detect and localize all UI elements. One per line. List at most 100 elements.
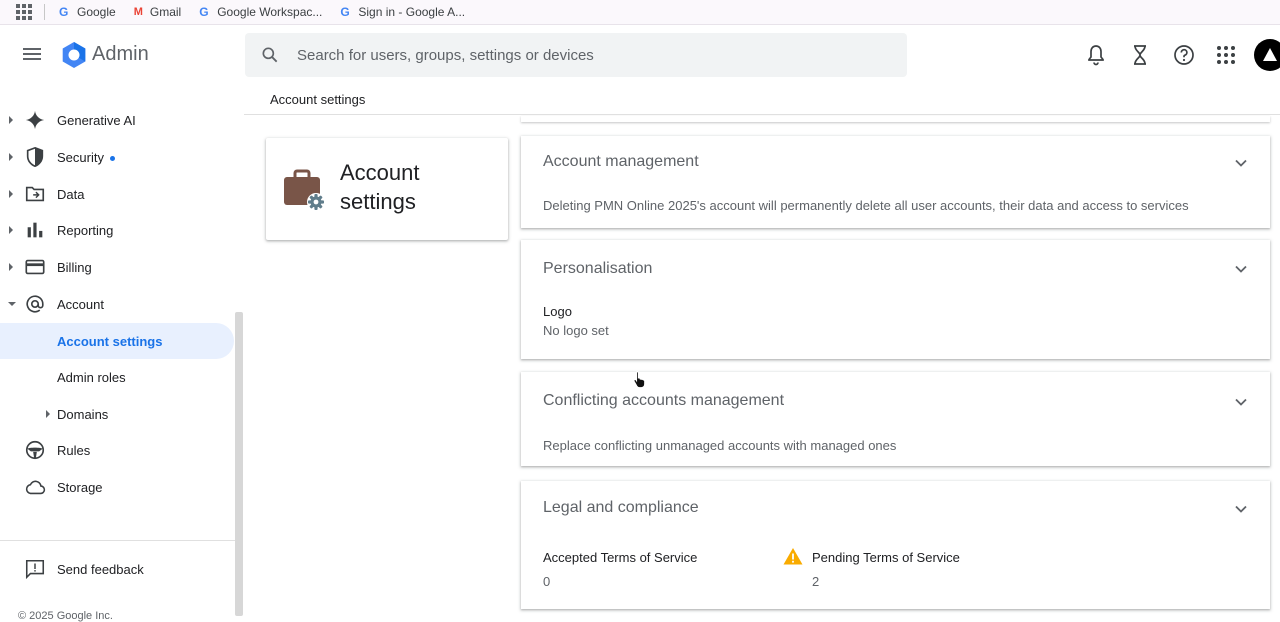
- google-apps-icon[interactable]: [1214, 43, 1238, 67]
- sidebar-item-billing[interactable]: Billing: [0, 249, 234, 285]
- bookmark-sign-in[interactable]: G Sign in - Google A...: [340, 5, 465, 19]
- expand-arrow-icon[interactable]: [46, 410, 50, 418]
- hand-cursor-icon: [633, 371, 646, 388]
- sidebar-item-label: Admin roles: [57, 370, 126, 385]
- apps-grid-icon[interactable]: [16, 4, 32, 20]
- sidebar-item-label: Generative AI: [57, 112, 136, 128]
- sidebar-item-label: Billing: [57, 259, 92, 275]
- breadcrumb: Account settings: [270, 92, 366, 107]
- sidebar-item-label: Reporting: [57, 222, 114, 238]
- status-dot: [109, 155, 115, 161]
- briefcase-settings-icon: [284, 169, 325, 211]
- logo-value: No logo set: [543, 323, 609, 338]
- chevron-down-icon[interactable]: [1234, 502, 1248, 516]
- collapse-arrow-icon[interactable]: [8, 302, 16, 306]
- sidebar-item-label: Domains: [57, 407, 109, 422]
- bookmarks-divider: [44, 4, 45, 20]
- google-g-icon: G: [59, 5, 69, 19]
- notifications-bell-icon[interactable]: [1084, 43, 1108, 67]
- expand-arrow-icon[interactable]: [9, 226, 13, 234]
- main-menu-icon[interactable]: [22, 45, 44, 67]
- expand-arrow-icon[interactable]: [9, 116, 13, 124]
- folder-data-icon: [25, 186, 45, 202]
- sidebar-item-account-settings[interactable]: Account settings: [0, 323, 234, 359]
- app-brand[interactable]: Admin: [92, 43, 149, 66]
- account-management-card[interactable]: Account management Deleting PMN Online 2…: [521, 136, 1270, 228]
- expand-arrow-icon[interactable]: [9, 190, 13, 198]
- at-sign-icon: [26, 295, 44, 313]
- sparkle-icon: [25, 110, 45, 130]
- sidebar-item-storage[interactable]: Storage: [0, 469, 234, 505]
- expand-arrow-icon[interactable]: [9, 153, 13, 161]
- sidebar-item-label: Rules: [57, 442, 91, 458]
- sidebar-item-data[interactable]: Data: [0, 176, 234, 212]
- cloud-icon: [25, 480, 46, 495]
- copyright-text: © 2025 Google Inc.: [18, 610, 113, 622]
- bookmark-label: Sign in - Google A...: [358, 5, 466, 19]
- sidebar-item-admin-roles[interactable]: Admin roles: [0, 359, 234, 395]
- sidebar-item-reporting[interactable]: Reporting: [0, 212, 234, 248]
- card-title: Conflicting accounts management: [543, 392, 785, 409]
- google-g-icon: G: [199, 5, 209, 19]
- expand-arrow-icon[interactable]: [9, 263, 13, 271]
- tasks-hourglass-icon[interactable]: [1128, 43, 1152, 67]
- page-title: Account settings: [340, 160, 420, 214]
- pending-tos-label: Pending Terms of Service: [812, 550, 960, 565]
- accepted-tos-value: 0: [543, 574, 551, 589]
- card-title: Legal and compliance: [543, 499, 699, 516]
- sidebar-item-domains[interactable]: Domains: [0, 396, 234, 432]
- sidebar-item-account[interactable]: Account: [0, 286, 234, 322]
- card-description: Replace conflicting unmanaged accounts w…: [543, 438, 897, 453]
- bookmarks-bar: G Google M Gmail G Google Workspac... G …: [0, 0, 1280, 25]
- sidebar-item-label: Storage: [57, 479, 103, 495]
- page-title-card: Account settings: [266, 138, 508, 240]
- chevron-down-icon[interactable]: [1234, 395, 1248, 409]
- bookmark-label: Google: [77, 5, 116, 19]
- chevron-down-icon[interactable]: [1234, 262, 1248, 276]
- avatar-triangle-icon: [1263, 48, 1277, 61]
- feedback-icon: [25, 559, 45, 580]
- sidebar-item-label-text: Security: [57, 149, 104, 165]
- accepted-tos-label: Accepted Terms of Service: [543, 550, 698, 565]
- app-header: Admin: [0, 25, 1280, 85]
- previous-card-edge: [521, 116, 1270, 122]
- warning-icon: [783, 548, 803, 565]
- sidebar-item-rules[interactable]: Rules: [0, 432, 234, 468]
- sidebar-scrollbar[interactable]: [235, 312, 243, 616]
- sidebar-nav: Generative AI Security Data Reporting Bi…: [0, 85, 244, 622]
- card-title: Account management: [543, 153, 699, 170]
- search-input[interactable]: [297, 46, 857, 64]
- sidebar-divider: [0, 540, 236, 541]
- account-avatar[interactable]: [1254, 39, 1280, 71]
- google-g-icon: G: [340, 5, 350, 19]
- sidebar-item-label: Account: [57, 296, 104, 312]
- admin-logo-icon[interactable]: [60, 41, 88, 69]
- pending-tos-value: 2: [812, 574, 820, 589]
- sidebar-item-generative-ai[interactable]: Generative AI: [0, 102, 234, 138]
- search-bar[interactable]: [245, 33, 907, 77]
- bookmark-label: Gmail: [149, 5, 182, 19]
- card-description: Deleting PMN Online 2025's account will …: [543, 198, 1189, 213]
- legal-compliance-card[interactable]: Legal and compliance Accepted Terms of S…: [521, 481, 1270, 609]
- sidebar-item-label: Security: [57, 150, 115, 165]
- main-content: Account settings Account management Dele…: [244, 116, 1280, 616]
- search-icon[interactable]: [260, 45, 280, 65]
- bookmark-gmail[interactable]: M Gmail: [134, 5, 182, 19]
- sidebar-item-label: Account settings: [57, 334, 163, 349]
- sidebar-item-label: Data: [57, 186, 85, 202]
- bookmark-google[interactable]: G Google: [59, 5, 116, 19]
- personalisation-card[interactable]: Personalisation Logo No logo set: [521, 240, 1270, 359]
- chevron-down-icon[interactable]: [1234, 156, 1248, 170]
- gmail-icon: M: [133, 6, 143, 18]
- shield-icon: [26, 146, 44, 168]
- logo-label: Logo: [543, 304, 572, 319]
- send-feedback-button[interactable]: Send feedback: [0, 551, 234, 587]
- card-title: Personalisation: [543, 260, 653, 277]
- bookmark-label: Google Workspac...: [217, 5, 323, 19]
- sidebar-item-security[interactable]: Security: [0, 139, 234, 175]
- breadcrumb-bar: Account settings: [244, 85, 1280, 115]
- credit-card-icon: [25, 259, 45, 275]
- sidebar-item-label: Send feedback: [57, 561, 144, 577]
- bookmark-google-workspace[interactable]: G Google Workspac...: [199, 5, 322, 19]
- help-icon[interactable]: [1172, 43, 1196, 67]
